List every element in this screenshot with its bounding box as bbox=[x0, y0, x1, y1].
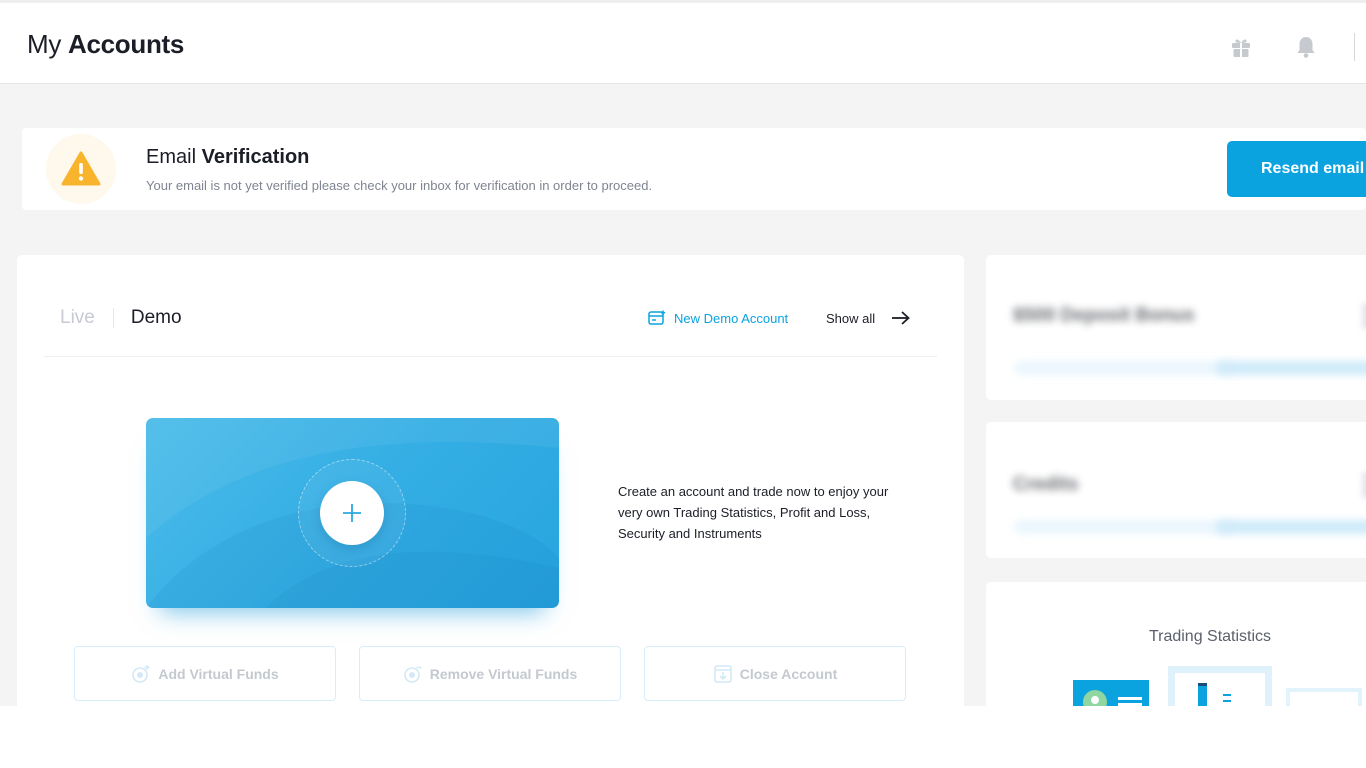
statistics-tile-list[interactable] bbox=[1286, 688, 1362, 706]
statistics-tile-profile[interactable] bbox=[1073, 680, 1149, 706]
banner-title-bold: Verification bbox=[201, 146, 310, 168]
resend-email-button[interactable]: Resend email bbox=[1227, 141, 1366, 197]
add-virtual-funds-label: Add Virtual Funds bbox=[158, 665, 279, 682]
close-account-label: Close Account bbox=[739, 665, 838, 682]
show-all-link[interactable]: Show all bbox=[826, 310, 911, 326]
add-account-button[interactable] bbox=[320, 481, 384, 545]
card-divider bbox=[44, 356, 937, 357]
deposit-bonus-edge bbox=[1362, 303, 1366, 329]
credits-bar bbox=[1014, 520, 1234, 534]
banner-title-light: Email bbox=[146, 146, 197, 168]
new-demo-account-link[interactable]: New Demo Account bbox=[648, 310, 788, 326]
remove-virtual-funds-button[interactable]: Remove Virtual Funds bbox=[359, 646, 621, 701]
accounts-card: Live Demo New Demo Account Show all Crea… bbox=[17, 255, 964, 706]
tab-separator bbox=[112, 308, 114, 328]
banner-title: Email Verification bbox=[146, 146, 309, 169]
deposit-bonus-progress bbox=[1216, 361, 1366, 375]
header-divider bbox=[1354, 33, 1355, 61]
add-virtual-funds-button[interactable]: Add Virtual Funds bbox=[74, 646, 336, 701]
new-demo-account-label: New Demo Account bbox=[674, 310, 789, 326]
top-bar: My Accounts bbox=[0, 0, 1366, 84]
new-account-icon bbox=[648, 310, 666, 326]
credits-title: Credits bbox=[1013, 474, 1079, 495]
create-account-tile[interactable] bbox=[146, 418, 559, 608]
deposit-bonus-card[interactable]: $500 Deposit Bonus bbox=[986, 255, 1366, 400]
credits-card[interactable]: Credits bbox=[986, 422, 1366, 558]
tab-live[interactable]: Live bbox=[60, 307, 95, 329]
credits-progress bbox=[1216, 520, 1366, 534]
trading-statistics-card: Trading Statistics bbox=[986, 582, 1366, 706]
close-account-button[interactable]: Close Account bbox=[644, 646, 906, 701]
remove-funds-icon bbox=[403, 664, 423, 684]
plus-icon bbox=[343, 504, 361, 522]
gift-icon[interactable] bbox=[1228, 34, 1254, 60]
page-bottom-area bbox=[0, 706, 1366, 768]
page-title-light: My bbox=[27, 29, 62, 59]
show-all-label: Show all bbox=[826, 310, 876, 326]
add-funds-icon bbox=[131, 664, 151, 684]
bell-icon[interactable] bbox=[1293, 34, 1319, 60]
warning-icon bbox=[46, 134, 116, 204]
trading-statistics-title: Trading Statistics bbox=[1148, 628, 1272, 645]
arrow-right-icon bbox=[891, 310, 911, 326]
app-viewport: My Accounts Email Verification Your emai… bbox=[0, 0, 1366, 706]
page-title: My Accounts bbox=[27, 29, 184, 60]
email-verification-banner: Email Verification Your email is not yet… bbox=[22, 128, 1366, 210]
tab-demo[interactable]: Demo bbox=[131, 307, 182, 329]
account-tabs: Live Demo bbox=[60, 307, 182, 329]
credits-edge bbox=[1362, 472, 1366, 498]
deposit-bonus-bar bbox=[1014, 361, 1234, 375]
remove-virtual-funds-label: Remove Virtual Funds bbox=[429, 665, 578, 682]
statistics-tile-chart[interactable] bbox=[1168, 666, 1272, 706]
page-title-bold: Accounts bbox=[68, 29, 185, 59]
close-account-icon bbox=[713, 664, 733, 684]
create-account-description: Create an account and trade now to enjoy… bbox=[618, 484, 889, 541]
banner-message: Your email is not yet verified please ch… bbox=[146, 178, 653, 193]
deposit-bonus-title: $500 Deposit Bonus bbox=[1013, 305, 1195, 326]
